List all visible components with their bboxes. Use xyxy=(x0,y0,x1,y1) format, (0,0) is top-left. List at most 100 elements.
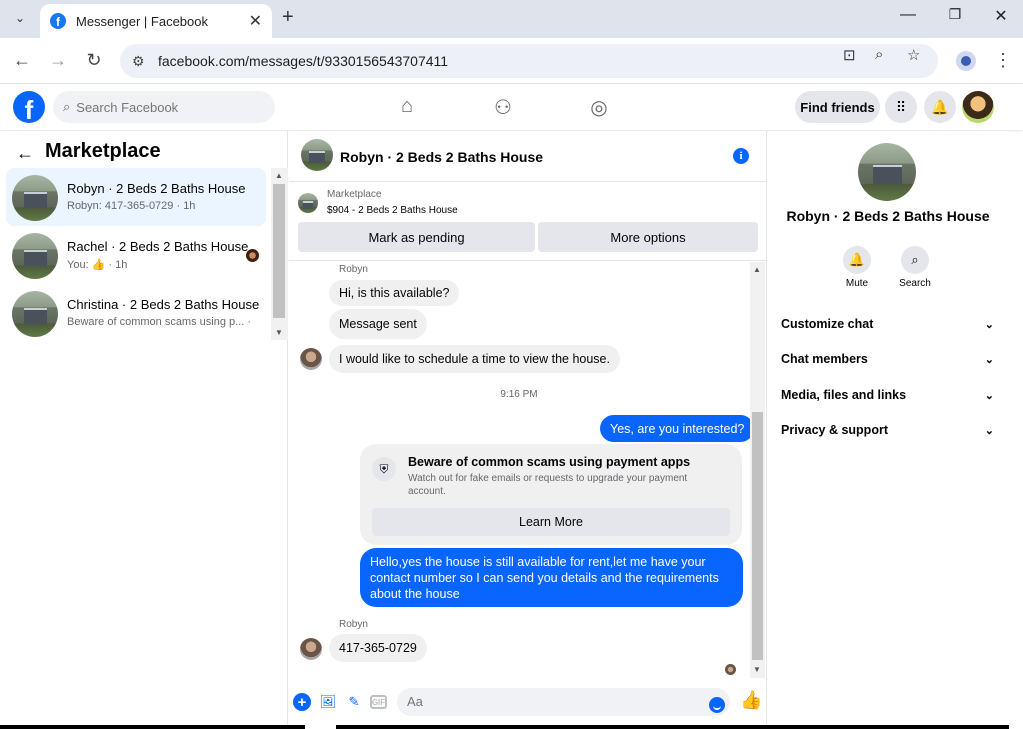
gif-icon[interactable]: GIF xyxy=(370,695,387,709)
conversation-item[interactable]: Christina · 2 Beds 2 Baths House Beware … xyxy=(6,284,266,342)
minimize-button[interactable]: — xyxy=(893,6,923,24)
emoji-icon[interactable] xyxy=(709,697,725,713)
conversation-list: Robyn · 2 Beds 2 Baths House Robyn: 417-… xyxy=(6,168,266,342)
find-friends-button[interactable]: Find friends xyxy=(795,91,880,123)
section-label: Privacy & support xyxy=(781,423,888,437)
details-title: Robyn · 2 Beds 2 Baths House xyxy=(786,208,990,224)
section-label: Customize chat xyxy=(781,317,874,331)
chat-members-section[interactable]: Chat members ⌄ xyxy=(781,349,994,369)
conversation-header: Robyn · 2 Beds 2 Baths House i xyxy=(289,131,767,182)
message-bubble-outgoing: Yes, are you interested? xyxy=(600,415,755,442)
scroll-up-icon[interactable]: ▲ xyxy=(275,171,283,180)
listing-thumbnail[interactable] xyxy=(301,139,333,171)
scroll-down-icon[interactable]: ▼ xyxy=(753,665,761,674)
more-options-button[interactable]: More options xyxy=(538,222,758,252)
mute-action[interactable]: 🔔 Mute xyxy=(837,246,877,289)
listing-label: Marketplace xyxy=(327,189,382,200)
mark-as-pending-button[interactable]: Mark as pending xyxy=(298,222,535,252)
listing-thumbnail xyxy=(12,291,58,337)
conversation-preview: Robyn: 417-365-0729 · 1h xyxy=(67,200,196,212)
sender-avatar[interactable] xyxy=(300,638,322,660)
warning-title: Beware of common scams using payment app… xyxy=(408,455,691,469)
message-bubble-incoming: Hi, is this available? xyxy=(329,280,460,306)
facebook-header: f ⌕ ⌂ ⚇ ◎ Find friends ⠿ 🔔 xyxy=(0,85,1023,130)
restore-button[interactable]: ❐ xyxy=(940,6,970,23)
message-scrollbar[interactable]: ▲ ▼ xyxy=(750,262,765,678)
back-button[interactable]: ← xyxy=(10,50,34,71)
friends-icon[interactable]: ⚇ xyxy=(483,95,523,120)
home-icon[interactable]: ⌂ xyxy=(387,95,427,118)
conversation-title[interactable]: Robyn · 2 Beds 2 Baths House xyxy=(340,149,543,165)
scrollbar-thumb[interactable] xyxy=(752,412,763,660)
zoom-icon[interactable]: ⌕ xyxy=(875,46,883,63)
conversation-name: Robyn · 2 Beds 2 Baths House xyxy=(67,181,246,196)
search-icon: ⌕ xyxy=(63,99,71,114)
browser-tab[interactable]: f Messenger | Facebook ✕ xyxy=(40,4,272,38)
install-app-icon[interactable]: ⊡ xyxy=(843,46,856,64)
message-timestamp: 9:16 PM xyxy=(500,389,538,400)
conversation-panel: Robyn · 2 Beds 2 Baths House i Marketpla… xyxy=(289,131,767,725)
mute-label: Mute xyxy=(845,278,869,289)
customize-chat-section[interactable]: Customize chat ⌄ xyxy=(781,314,994,334)
browser-toolbar: ← → ↻ ⚙ facebook.com/messages/t/93301565… xyxy=(0,38,1023,84)
conversation-item[interactable]: Rachel · 2 Beds 2 Baths House You: 👍 · 1… xyxy=(6,226,266,284)
notifications-bell-icon[interactable]: 🔔 xyxy=(924,91,956,123)
seen-receipt-avatar xyxy=(725,664,736,675)
listing-price[interactable]: $904 - 2 Beds 2 Baths House xyxy=(327,205,458,216)
scrollbar-thumb[interactable] xyxy=(273,184,285,318)
message-bubble-incoming: 417-365-0729 xyxy=(329,634,427,662)
message-input-box[interactable] xyxy=(397,688,730,716)
attach-photo-icon[interactable]: 🖼 xyxy=(319,693,337,711)
tab-search-button[interactable]: ⌄ xyxy=(8,6,32,30)
search-icon[interactable]: ⌕ xyxy=(901,246,929,274)
reload-button[interactable]: ↻ xyxy=(82,50,106,71)
taskbar-edge xyxy=(0,725,1023,729)
info-icon[interactable]: i xyxy=(733,148,749,164)
new-tab-button[interactable]: + xyxy=(282,6,294,29)
forward-button[interactable]: → xyxy=(46,50,70,71)
privacy-support-section[interactable]: Privacy & support ⌄ xyxy=(781,420,994,440)
account-avatar[interactable] xyxy=(962,91,994,123)
groups-icon[interactable]: ◎ xyxy=(579,95,619,120)
facebook-search[interactable]: ⌕ xyxy=(53,91,275,123)
learn-more-button[interactable]: Learn More xyxy=(372,508,730,536)
listing-thumbnail xyxy=(298,193,318,213)
conversation-preview: You: 👍 · 1h xyxy=(67,259,128,271)
address-bar[interactable]: ⚙ facebook.com/messages/t/93301565437074… xyxy=(120,44,938,78)
scroll-down-icon[interactable]: ▼ xyxy=(275,328,283,337)
sticker-icon[interactable]: ✎ xyxy=(345,693,363,711)
conversation-list-scrollbar[interactable]: ▲ ▼ xyxy=(271,168,288,340)
conversation-preview: Beware of common scams using p... · 3h xyxy=(67,316,253,328)
sender-avatar[interactable] xyxy=(300,348,322,370)
facebook-logo-icon[interactable]: f xyxy=(13,91,45,123)
listing-thumbnail xyxy=(12,175,58,221)
more-actions-plus-icon[interactable]: + xyxy=(293,693,311,711)
menu-grid-icon[interactable]: ⠿ xyxy=(885,91,917,123)
bookmark-star-icon[interactable]: ☆ xyxy=(907,46,920,64)
chevron-down-icon: ⌄ xyxy=(984,353,994,366)
marketplace-chat-list: ← Marketplace Robyn · 2 Beds 2 Baths Hou… xyxy=(0,131,288,725)
bell-icon[interactable]: 🔔 xyxy=(843,246,871,274)
browser-profile-icon[interactable] xyxy=(956,51,976,71)
chevron-down-icon: ⌄ xyxy=(984,424,994,437)
close-window-button[interactable]: ✕ xyxy=(986,6,1016,26)
message-composer: + 🖼 ✎ GIF 👍 xyxy=(289,685,767,721)
conversation-item[interactable]: Robyn · 2 Beds 2 Baths House Robyn: 417-… xyxy=(6,168,266,226)
scroll-up-icon[interactable]: ▲ xyxy=(753,265,761,274)
facebook-search-input[interactable] xyxy=(76,99,257,115)
search-label: Search xyxy=(899,278,931,289)
url-text[interactable]: facebook.com/messages/t/9330156543707411 xyxy=(158,53,448,69)
tab-title: Messenger | Facebook xyxy=(76,13,208,29)
site-info-icon[interactable]: ⚙ xyxy=(132,53,152,70)
media-files-links-section[interactable]: Media, files and links ⌄ xyxy=(781,385,994,405)
message-input[interactable] xyxy=(407,694,697,709)
close-tab-icon[interactable]: ✕ xyxy=(249,11,262,31)
search-action[interactable]: ⌕ Search xyxy=(895,246,935,289)
shield-icon: ⛨ xyxy=(372,457,396,481)
chevron-down-icon: ⌄ xyxy=(984,389,994,402)
thumbs-up-like-icon[interactable]: 👍 xyxy=(740,690,762,711)
sender-name: Robyn xyxy=(339,619,368,630)
browser-menu-icon[interactable]: ⋮ xyxy=(994,50,1012,71)
message-thread: Robyn Hi, is this available? Message sen… xyxy=(289,262,767,678)
back-arrow-icon[interactable]: ← xyxy=(16,143,34,164)
